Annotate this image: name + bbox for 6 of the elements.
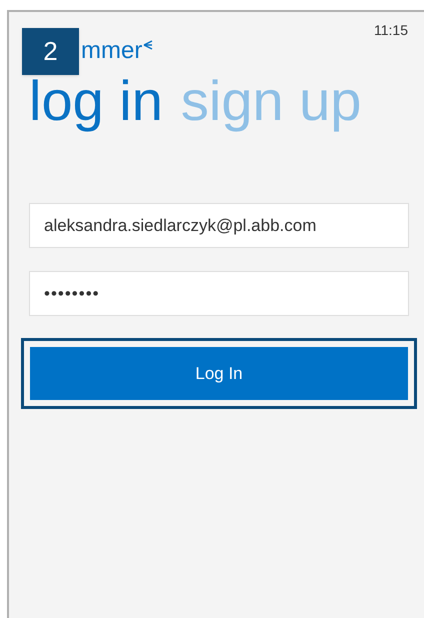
status-time: 11:15: [374, 21, 408, 40]
app-logo: mmer: [81, 39, 154, 63]
email-field[interactable]: aleksandra.siedlarczyk@pl.abb.com: [29, 203, 409, 248]
password-field[interactable]: ••••••••: [29, 271, 409, 316]
step-badge: 2: [22, 28, 79, 75]
login-button[interactable]: Log In: [30, 347, 408, 400]
